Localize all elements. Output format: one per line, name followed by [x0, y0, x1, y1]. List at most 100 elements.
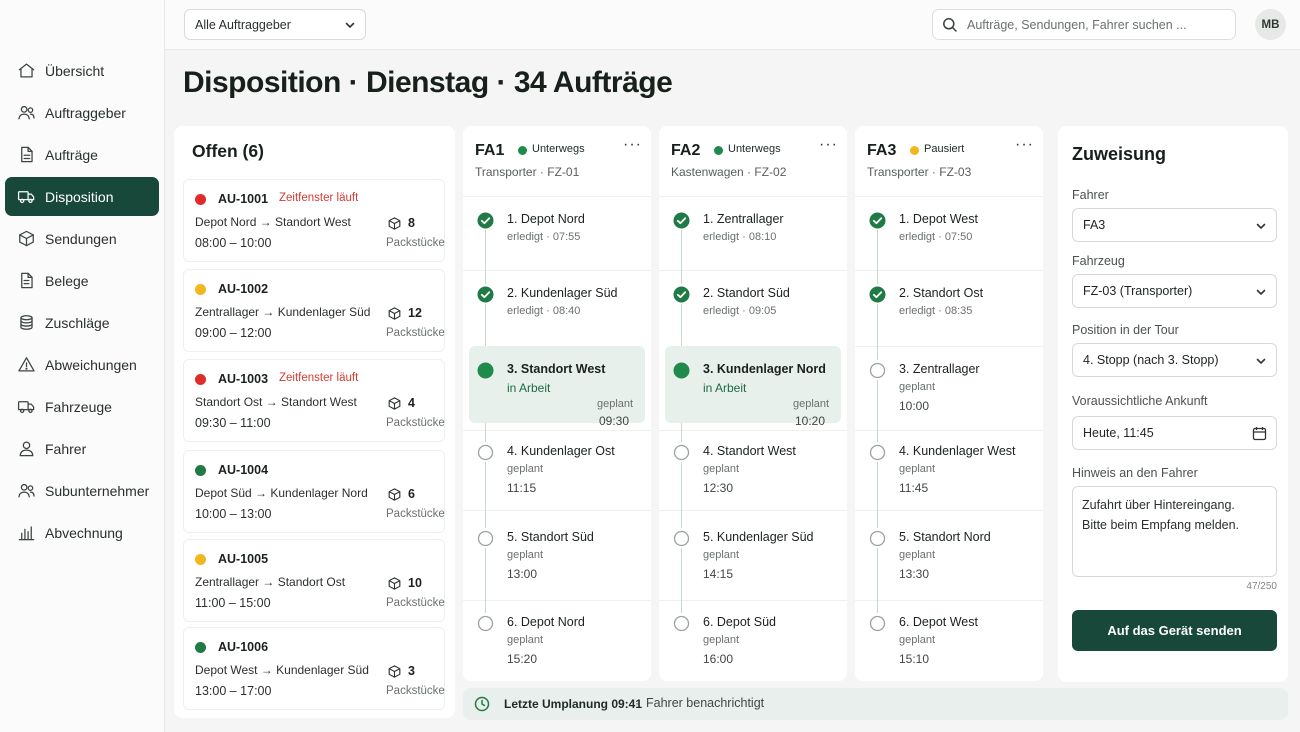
order-id: AU-1006	[218, 640, 269, 654]
tour-stop[interactable]: 2. Kundenlager Süd erledigt · 08:40	[463, 286, 651, 342]
pending-circle-icon	[673, 530, 690, 547]
client-filter-select[interactable]: Alle Auftraggeber	[184, 9, 366, 40]
check-circle-icon	[673, 212, 690, 229]
chevron-down-icon	[345, 22, 355, 29]
order-id: AU-1003	[218, 372, 269, 386]
sidebar-item-auftraggeber[interactable]: Auftraggeber	[5, 93, 159, 132]
tour-stop[interactable]: 4. Kundenlager West geplant 11:45	[855, 444, 1043, 500]
stop-status: erledigt · 07:55	[507, 231, 581, 243]
sidebar-item-fahrer[interactable]: Fahrer	[5, 429, 159, 468]
current-stop-icon	[477, 362, 494, 379]
driver-select[interactable]: FA3	[1072, 208, 1277, 242]
stop-name: 1. Depot West	[899, 212, 978, 226]
sidebar-item-abvechnung[interactable]: Abvechnung	[5, 513, 159, 552]
pending-circle-icon	[477, 530, 494, 547]
tour-stop[interactable]: 4. Standort West geplant 12:30	[659, 444, 847, 500]
divider	[463, 510, 651, 511]
planned-time: 10:00	[899, 399, 930, 413]
tour-stop[interactable]: 3. Zentrallager geplant 10:00	[855, 362, 1043, 418]
tour-stop-current[interactable]: 3. Standort West in Arbeit geplant 09:30	[469, 346, 645, 428]
search-input[interactable]	[967, 10, 1227, 39]
sidebar-item-subunternehmer[interactable]: Subunternehmer	[5, 471, 159, 510]
package-icon	[388, 488, 401, 501]
divider	[659, 430, 847, 431]
tour-id: FA2	[671, 142, 701, 159]
tour-column-fa2: FA2 Unterwegs ··· Kastenwagen · FZ-02 1. Zen…	[659, 126, 847, 681]
position-select[interactable]: 4. Stopp (nach 3. Stopp)	[1072, 343, 1277, 377]
tour-stop[interactable]: 2. Standort Ost erledigt · 08:35	[855, 286, 1043, 342]
receipt-icon	[21, 272, 33, 289]
order-card[interactable]: AU-1005 Zentrallager → Standort Ost 11:00 …	[183, 539, 445, 622]
check-circle-icon	[869, 212, 886, 229]
tour-stop[interactable]: 2. Standort Süd erledigt · 09:05	[659, 286, 847, 342]
more-options-icon[interactable]: ···	[819, 137, 838, 153]
bar-chart-icon	[18, 526, 35, 541]
tour-stop[interactable]: 6. Depot Süd geplant 16:00	[659, 615, 847, 671]
order-id: AU-1005	[218, 552, 269, 566]
sidebar-item-abweichungen[interactable]: Abweichungen	[5, 345, 159, 384]
package-unit: Packstücke	[386, 417, 445, 429]
driver-label: Fahrer	[1072, 188, 1109, 202]
sidebar-item-sendungen[interactable]: Sendungen	[5, 219, 159, 258]
divider	[659, 600, 847, 601]
pending-circle-icon	[673, 615, 690, 632]
planned-time: 10:20	[795, 414, 826, 428]
priority-dot	[195, 194, 206, 205]
tour-status: Pausiert	[924, 143, 965, 155]
priority-dot	[195, 554, 206, 565]
driver-note-textarea[interactable]: Zufahrt über Hintereingang. Bitte beim E…	[1072, 486, 1277, 577]
order-time-window: 09:00 – 12:00	[195, 326, 272, 340]
status-dot	[910, 146, 919, 155]
order-card[interactable]: AU-1002 Zentrallager → Kundenlager Süd 09:…	[183, 269, 445, 352]
search-icon	[943, 18, 957, 32]
stop-name: 4. Kundenlager West	[899, 444, 1016, 458]
check-circle-icon	[477, 212, 494, 229]
time-window-warning: Zeitfenster läuft	[279, 192, 359, 204]
sidebar-item-disposition[interactable]: Disposition	[5, 177, 159, 216]
user-icon	[19, 441, 34, 457]
calendar-icon[interactable]	[1252, 426, 1267, 441]
stop-status: geplant	[899, 549, 936, 561]
notified-text: Fahrer benachrichtigt	[646, 696, 765, 710]
tour-stop[interactable]: 1. Depot West erledigt · 07:50	[855, 212, 1043, 268]
document-icon	[21, 146, 33, 163]
order-card[interactable]: AU-1004 Depot Süd → Kundenlager Nord 10:00…	[183, 450, 445, 533]
tour-stop[interactable]: 5. Standort Süd geplant 13:00	[463, 530, 651, 586]
vehicle-select[interactable]: FZ-03 (Transporter)	[1072, 274, 1277, 308]
avatar[interactable]: MB	[1255, 9, 1286, 40]
more-options-icon[interactable]: ···	[623, 137, 642, 153]
tour-stop[interactable]: 6. Depot Nord geplant 15:20	[463, 615, 651, 671]
order-card[interactable]: AU-1003 Zeitfenster läuft Standort Ost → S…	[183, 359, 445, 442]
divider	[855, 346, 1043, 347]
send-to-device-button[interactable]: Auf das Gerät senden	[1072, 610, 1277, 651]
sidebar-item-zuschläge[interactable]: Zuschläge	[5, 303, 159, 342]
note-char-counter: 47/250	[1246, 581, 1277, 592]
tour-stop[interactable]: 1. Zentrallager erledigt · 08:10	[659, 212, 847, 268]
sidebar-item-übersicht[interactable]: Übersicht	[5, 51, 159, 90]
planned-time: 14:15	[703, 567, 734, 581]
vehicle-value: FZ-03 (Transporter)	[1083, 284, 1193, 298]
note-line: Zufahrt über Hintereingang.	[1082, 498, 1235, 512]
tour-stop[interactable]: 4. Kundenlager Ost geplant 11:15	[463, 444, 651, 500]
tour-stop[interactable]: 5. Standort Nord geplant 13:30	[855, 530, 1043, 586]
order-card[interactable]: AU-1006 Depot West → Kundenlager Süd 13:00…	[183, 627, 445, 710]
planned-time: 11:15	[507, 481, 537, 495]
time-window-warning: Zeitfenster läuft	[279, 372, 359, 384]
pending-circle-icon	[869, 444, 886, 461]
divider	[855, 196, 1043, 197]
eta-field[interactable]: Heute, 11:45	[1072, 416, 1277, 450]
tour-stop[interactable]: 1. Depot Nord erledigt · 07:55	[463, 212, 651, 268]
more-options-icon[interactable]: ···	[1015, 137, 1034, 153]
stop-name: 3. Standort West	[507, 362, 606, 376]
sidebar-item-label: Übersicht	[45, 62, 105, 79]
tour-stop-current[interactable]: 3. Kundenlager Nord in Arbeit geplant 10:20	[665, 346, 841, 428]
package-icon	[388, 217, 401, 230]
sidebar-item-fahrzeuge[interactable]: Fahrzeuge	[5, 387, 159, 426]
tour-stop[interactable]: 6. Depot West geplant 15:10	[855, 615, 1043, 671]
sidebar-item-belege[interactable]: Belege	[5, 261, 159, 300]
tour-stop[interactable]: 5. Kundenlager Süd geplant 14:15	[659, 530, 847, 586]
stop-name: 6. Depot West	[899, 615, 978, 629]
sidebar-item-aufträge[interactable]: Aufträge	[5, 135, 159, 174]
order-card[interactable]: AU-1001 Zeitfenster läuft Depot Nord → Sta…	[183, 179, 445, 262]
position-value: 4. Stopp (nach 3. Stopp)	[1083, 353, 1219, 367]
